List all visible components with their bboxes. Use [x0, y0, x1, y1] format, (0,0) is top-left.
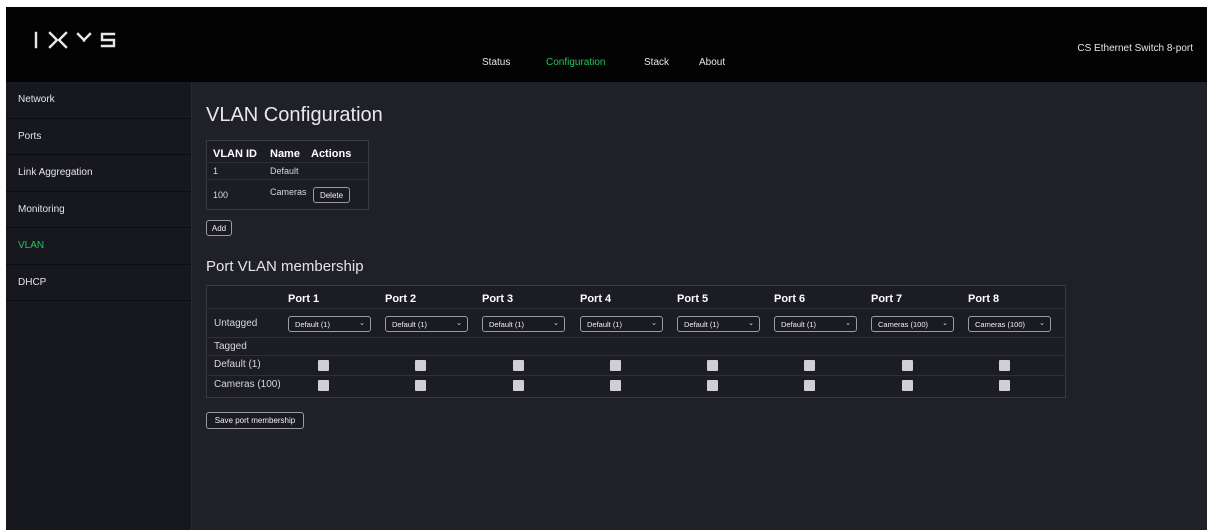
sidebar-item-ports[interactable]: Ports — [6, 119, 191, 155]
vlan-table: VLAN ID Name Actions 1 Default 100 Camer… — [206, 140, 369, 210]
device-name: CS Ethernet Switch 8-port — [1077, 43, 1193, 54]
chevron-down-icon: ⌄ — [359, 320, 365, 327]
select-value: Default (1) — [392, 319, 428, 329]
port-membership-table: Port 1 Port 2 Port 3 Port 4 Port 5 Port … — [206, 285, 1066, 398]
save-port-membership-button[interactable]: Save port membership — [206, 412, 304, 429]
sidebar-item-vlan[interactable]: VLAN — [6, 228, 191, 265]
port-8-tagged-default-checkbox[interactable] — [999, 360, 1010, 371]
delete-vlan-button[interactable]: Delete — [313, 187, 350, 203]
port-6-tagged-default-checkbox[interactable] — [804, 360, 815, 371]
port-7-tagged-cameras-checkbox[interactable] — [902, 380, 913, 391]
row-divider — [207, 337, 1065, 338]
vlan-row-2-name: Cameras — [270, 187, 307, 197]
port-1-untagged-select[interactable]: Default (1) ⌄ — [288, 316, 371, 332]
nav-stack[interactable]: Stack — [644, 57, 669, 68]
port-5-tagged-default-checkbox[interactable] — [707, 360, 718, 371]
port-8-header: Port 8 — [968, 293, 1000, 305]
port-5-header: Port 5 — [677, 293, 709, 305]
port-5-tagged-cameras-checkbox[interactable] — [707, 380, 718, 391]
port-7-untagged-select[interactable]: Cameras (100) ⌄ — [871, 316, 954, 332]
nav-status[interactable]: Status — [482, 57, 510, 68]
chevron-down-icon: ⌄ — [456, 320, 462, 327]
nav-about[interactable]: About — [699, 57, 725, 68]
sidebar-item-dhcp[interactable]: DHCP — [6, 265, 191, 301]
port-6-untagged-select[interactable]: Default (1) ⌄ — [774, 316, 857, 332]
row-divider — [207, 308, 1065, 309]
sidebar-item-monitoring[interactable]: Monitoring — [6, 192, 191, 228]
sidebar-item-link-aggregation[interactable]: Link Aggregation — [6, 155, 191, 192]
port-2-header: Port 2 — [385, 293, 417, 305]
vlan-actions-header: Actions — [311, 148, 352, 160]
port-4-tagged-default-checkbox[interactable] — [610, 360, 621, 371]
tagged-cameras-label: Cameras (100) — [214, 379, 281, 390]
port-7-header: Port 7 — [871, 293, 903, 305]
port-7-tagged-default-checkbox[interactable] — [902, 360, 913, 371]
page-title: VLAN Configuration — [206, 104, 383, 126]
select-value: Cameras (100) — [975, 319, 1026, 329]
chevron-down-icon: ⌄ — [845, 320, 851, 327]
port-1-tagged-cameras-checkbox[interactable] — [318, 380, 329, 391]
untagged-label: Untagged — [214, 318, 258, 329]
port-1-header: Port 1 — [288, 293, 320, 305]
tagged-label: Tagged — [214, 341, 247, 352]
row-divider — [207, 375, 1065, 376]
port-4-untagged-select[interactable]: Default (1) ⌄ — [580, 316, 663, 332]
select-value: Default (1) — [489, 319, 525, 329]
port-2-tagged-default-checkbox[interactable] — [415, 360, 426, 371]
sidebar-item-network[interactable]: Network — [6, 82, 191, 119]
chevron-down-icon: ⌄ — [1039, 320, 1045, 327]
chevron-down-icon: ⌄ — [651, 320, 657, 327]
port-2-untagged-select[interactable]: Default (1) ⌄ — [385, 316, 468, 332]
select-value: Default (1) — [587, 319, 623, 329]
port-6-tagged-cameras-checkbox[interactable] — [804, 380, 815, 391]
membership-title: Port VLAN membership — [206, 258, 364, 275]
port-4-tagged-cameras-checkbox[interactable] — [610, 380, 621, 391]
row-divider — [207, 179, 368, 180]
app-window: Status Configuration Stack About CS Ethe… — [6, 7, 1207, 530]
row-divider — [207, 355, 1065, 356]
port-5-untagged-select[interactable]: Default (1) ⌄ — [677, 316, 760, 332]
vlan-row-1-name: Default — [270, 166, 299, 176]
chevron-down-icon: ⌄ — [748, 320, 754, 327]
port-6-header: Port 6 — [774, 293, 806, 305]
port-8-tagged-cameras-checkbox[interactable] — [999, 380, 1010, 391]
vlan-id-header: VLAN ID — [213, 148, 257, 160]
port-2-tagged-cameras-checkbox[interactable] — [415, 380, 426, 391]
port-3-header: Port 3 — [482, 293, 514, 305]
port-3-tagged-cameras-checkbox[interactable] — [513, 380, 524, 391]
vlan-row-2-id: 100 — [213, 190, 229, 200]
ixxs-logo — [34, 31, 116, 49]
select-value: Default (1) — [781, 319, 817, 329]
port-1-tagged-default-checkbox[interactable] — [318, 360, 329, 371]
top-bar: Status Configuration Stack About CS Ethe… — [6, 7, 1207, 82]
add-vlan-button[interactable]: Add — [206, 220, 232, 236]
tagged-default-label: Default (1) — [214, 359, 261, 370]
select-value: Default (1) — [295, 319, 331, 329]
select-value: Cameras (100) — [878, 319, 929, 329]
chevron-down-icon: ⌄ — [942, 320, 948, 327]
select-value: Default (1) — [684, 319, 720, 329]
row-divider — [207, 162, 368, 163]
sidebar: Network Ports Link Aggregation Monitorin… — [6, 82, 192, 530]
port-8-untagged-select[interactable]: Cameras (100) ⌄ — [968, 316, 1051, 332]
vlan-row-1-id: 1 — [213, 166, 219, 176]
port-4-header: Port 4 — [580, 293, 612, 305]
nav-configuration[interactable]: Configuration — [546, 57, 605, 68]
chevron-down-icon: ⌄ — [553, 320, 559, 327]
vlan-name-header: Name — [270, 148, 300, 160]
port-3-tagged-default-checkbox[interactable] — [513, 360, 524, 371]
port-3-untagged-select[interactable]: Default (1) ⌄ — [482, 316, 565, 332]
